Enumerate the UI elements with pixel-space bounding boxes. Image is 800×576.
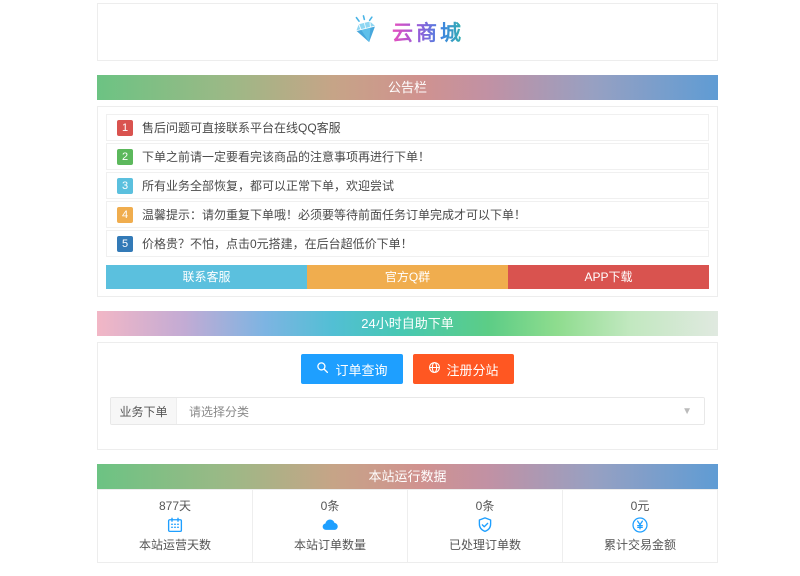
stat-operating-days: 877天 本站运营天数 — [98, 490, 252, 562]
notice-item: 1 售后问题可直接联系平台在线QQ客服 — [106, 114, 709, 141]
stat-label: 本站订单数量 — [253, 536, 407, 553]
cloud-icon — [253, 516, 407, 535]
app-download-button[interactable]: APP下载 — [508, 265, 709, 289]
notice-text: 售后问题可直接联系平台在线QQ客服 — [142, 119, 341, 136]
notice-badge: 4 — [117, 207, 133, 223]
stat-value: 877天 — [98, 497, 252, 514]
category-select-placeholder: 请选择分类 — [189, 403, 249, 420]
notice-badge: 1 — [117, 120, 133, 136]
chevron-down-icon: ▼ — [682, 406, 692, 417]
notice-item: 5 价格贵？不怕，点击0元搭建，在后台超低价下单！ — [106, 230, 709, 257]
notice-badge: 3 — [117, 178, 133, 194]
notice-text: 下单之前请一定要看完该商品的注意事项再进行下单！ — [142, 148, 430, 165]
shield-check-icon — [408, 516, 562, 535]
stat-value: 0条 — [408, 497, 562, 514]
order-section-title: 24小时自助下单 — [97, 311, 718, 336]
main-container: 云商城 公告栏 1 售后问题可直接联系平台在线QQ客服 2 下单之前请一定要看完… — [97, 0, 718, 563]
official-qq-group-button[interactable]: 官方Q群 — [307, 265, 508, 289]
order-actions-row: 订单查询 注册分站 — [110, 354, 705, 384]
stat-order-count: 0条 本站订单数量 — [252, 490, 407, 562]
diamond-icon — [351, 15, 383, 50]
announcement-card: 1 售后问题可直接联系平台在线QQ客服 2 下单之前请一定要看完该商品的注意事项… — [97, 106, 718, 297]
stat-label: 已处理订单数 — [408, 536, 562, 553]
order-query-button[interactable]: 订单查询 — [301, 354, 402, 384]
category-select[interactable]: 请选择分类 ▼ — [177, 398, 704, 424]
contact-support-button[interactable]: 联系客服 — [106, 265, 307, 289]
notice-text: 温馨提示：请勿重复下单哦！必须要等待前面任务订单完成才可以下单！ — [142, 206, 526, 223]
stat-total-amount: 0元 累计交易金额 — [562, 490, 717, 562]
notice-text: 所有业务全部恢复，都可以正常下单，欢迎尝试 — [142, 177, 394, 194]
notice-item: 3 所有业务全部恢复，都可以正常下单，欢迎尝试 — [106, 172, 709, 199]
order-card: 订单查询 注册分站 业务下单 请选择分类 ▼ — [97, 342, 718, 450]
stat-value: 0条 — [253, 497, 407, 514]
register-substation-button[interactable]: 注册分站 — [413, 354, 514, 384]
contact-button-row: 联系客服 官方Q群 APP下载 — [106, 265, 709, 289]
notice-badge: 5 — [117, 236, 133, 252]
notice-item: 4 温馨提示：请勿重复下单哦！必须要等待前面任务订单完成才可以下单！ — [106, 201, 709, 228]
notice-item: 2 下单之前请一定要看完该商品的注意事项再进行下单！ — [106, 143, 709, 170]
stats-section-title: 本站运行数据 — [97, 464, 718, 489]
site-header: 云商城 — [97, 3, 718, 61]
stat-value: 0元 — [563, 497, 717, 514]
page: 云商城 公告栏 1 售后问题可直接联系平台在线QQ客服 2 下单之前请一定要看完… — [0, 0, 800, 576]
announcement-bar-title: 公告栏 — [97, 75, 718, 100]
globe-icon — [428, 361, 441, 377]
order-query-label: 订单查询 — [335, 360, 387, 379]
calendar-icon — [98, 516, 252, 535]
stat-label: 本站运营天数 — [98, 536, 252, 553]
business-order-label: 业务下单 — [111, 398, 177, 424]
stat-processed-orders: 0条 已处理订单数 — [407, 490, 562, 562]
stats-card: 877天 本站运营天数 0条 本站 — [97, 489, 718, 563]
notice-badge: 2 — [117, 149, 133, 165]
stat-label: 累计交易金额 — [563, 536, 717, 553]
notice-text: 价格贵？不怕，点击0元搭建，在后台超低价下单！ — [142, 235, 413, 252]
business-order-row: 业务下单 请选择分类 ▼ — [110, 397, 705, 425]
yen-circle-icon — [563, 516, 717, 535]
site-title: 云商城 — [392, 17, 464, 47]
register-substation-label: 注册分站 — [447, 360, 499, 379]
search-icon — [316, 361, 329, 377]
